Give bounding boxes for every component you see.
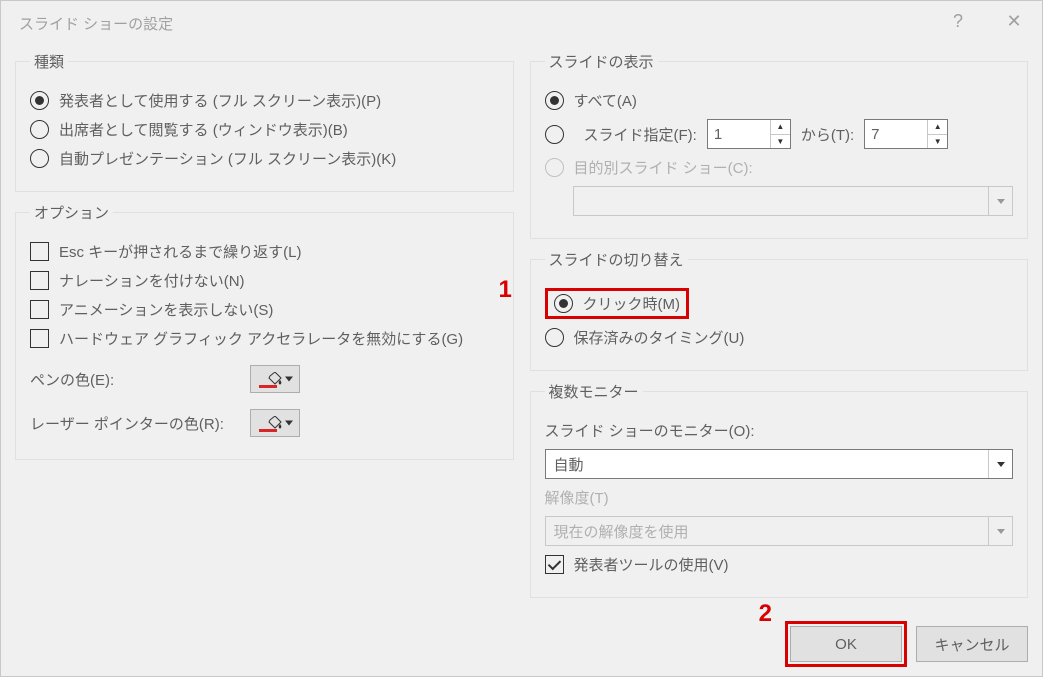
help-button[interactable]: ?: [930, 1, 986, 41]
paint-bucket-icon: [267, 416, 283, 430]
radio-on-click[interactable]: [554, 294, 573, 313]
custom-show-dropdown: [573, 186, 1014, 216]
checkbox-loop-until-esc[interactable]: [30, 242, 49, 261]
annotation-1: 1: [499, 276, 512, 304]
radio-all-slides-label: すべて(A): [574, 90, 637, 111]
radio-slide-range-label: スライド指定(F):: [584, 124, 697, 145]
multiple-monitors-group: 複数モニター スライド ショーのモニター(O): 自動 解像度(T) 現在の解像…: [530, 381, 1029, 598]
radio-kiosk-fullscreen-label: 自動プレゼンテーション (フル スクリーン表示)(K): [59, 148, 396, 169]
slideshow-settings-dialog: スライド ショーの設定 ? ✕ 種類 発表者として使用する (フル スクリーン表…: [0, 0, 1043, 677]
to-slide-input[interactable]: [865, 120, 927, 148]
radio-kiosk-fullscreen[interactable]: [30, 149, 49, 168]
to-label: から(T):: [801, 124, 854, 145]
dropdown-arrow-icon: [988, 450, 1012, 478]
pen-color-button[interactable]: [250, 365, 300, 393]
checkbox-no-narration-label: ナレーションを付けない(N): [59, 270, 245, 291]
dropdown-arrow-icon: [285, 377, 293, 382]
monitor-value: 自動: [546, 454, 989, 475]
ok-button[interactable]: OK: [790, 626, 902, 662]
spinner-up-icon[interactable]: ▲: [771, 120, 790, 135]
spinner-up-icon[interactable]: ▲: [928, 120, 947, 135]
from-slide-spinner[interactable]: ▲▼: [707, 119, 791, 149]
radio-use-timings-label: 保存済みのタイミング(U): [574, 327, 745, 348]
radio-presenter-fullscreen[interactable]: [30, 91, 49, 110]
checkbox-loop-until-esc-label: Esc キーが押されるまで繰り返す(L): [59, 241, 302, 262]
paint-bucket-icon: [267, 372, 283, 386]
titlebar: スライド ショーの設定 ? ✕: [1, 1, 1042, 45]
color-swatch: [259, 385, 277, 388]
radio-custom-show: [545, 158, 564, 177]
monitors-legend: 複数モニター: [545, 381, 643, 402]
checkbox-no-animation[interactable]: [30, 300, 49, 319]
checkbox-disable-hw-accel[interactable]: [30, 329, 49, 348]
annotation-2: 2: [759, 600, 772, 628]
laser-color-button[interactable]: [250, 409, 300, 437]
resolution-dropdown: 現在の解像度を使用: [545, 516, 1014, 546]
dialog-title: スライド ショーの設定: [19, 13, 173, 34]
show-type-group: 種類 発表者として使用する (フル スクリーン表示)(P) 出席者として閲覧する…: [15, 51, 514, 192]
advance-slides-group: スライドの切り替え 1 クリック時(M) 保存済みのタイミング(U): [530, 249, 1029, 371]
checkbox-disable-hw-accel-label: ハードウェア グラフィック アクセラレータを無効にする(G): [59, 328, 463, 349]
cancel-button[interactable]: キャンセル: [916, 626, 1028, 662]
to-slide-spinner[interactable]: ▲▼: [864, 119, 948, 149]
options-group: オプション Esc キーが押されるまで繰り返す(L) ナレーションを付けない(N…: [15, 202, 514, 460]
show-type-legend: 種類: [30, 51, 68, 72]
checkbox-no-narration[interactable]: [30, 271, 49, 290]
radio-slide-range[interactable]: [545, 125, 564, 144]
radio-use-timings[interactable]: [545, 328, 564, 347]
radio-custom-show-label: 目的別スライド ショー(C):: [574, 157, 753, 178]
show-slides-group: スライドの表示 すべて(A) スライド指定(F): ▲▼ から(T): ▲▼: [530, 51, 1029, 239]
checkbox-presenter-view[interactable]: [545, 555, 564, 574]
options-legend: オプション: [30, 202, 113, 223]
checkbox-presenter-view-label: 発表者ツールの使用(V): [574, 554, 729, 575]
highlight-box-1: クリック時(M): [545, 288, 690, 319]
monitor-dropdown[interactable]: 自動: [545, 449, 1014, 479]
radio-on-click-label: クリック時(M): [583, 293, 681, 314]
spinner-down-icon[interactable]: ▼: [771, 135, 790, 149]
dropdown-arrow-icon: [988, 517, 1012, 545]
radio-presenter-fullscreen-label: 発表者として使用する (フル スクリーン表示)(P): [59, 90, 381, 111]
laser-color-label: レーザー ポインターの色(R):: [30, 413, 250, 434]
advance-legend: スライドの切り替え: [545, 249, 688, 270]
resolution-label: 解像度(T): [545, 487, 609, 508]
dropdown-arrow-icon: [285, 421, 293, 426]
from-slide-input[interactable]: [708, 120, 770, 148]
monitor-label: スライド ショーのモニター(O):: [545, 420, 755, 441]
dropdown-arrow-icon: [988, 187, 1012, 215]
close-button[interactable]: ✕: [986, 1, 1042, 41]
pen-color-label: ペンの色(E):: [30, 369, 250, 390]
radio-browsed-window[interactable]: [30, 120, 49, 139]
checkbox-no-animation-label: アニメーションを表示しない(S): [59, 299, 273, 320]
show-slides-legend: スライドの表示: [545, 51, 658, 72]
radio-all-slides[interactable]: [545, 91, 564, 110]
cancel-button-label: キャンセル: [934, 634, 1009, 655]
ok-button-label: OK: [835, 636, 857, 653]
resolution-value: 現在の解像度を使用: [546, 521, 989, 542]
radio-browsed-window-label: 出席者として閲覧する (ウィンドウ表示)(B): [59, 119, 348, 140]
color-swatch: [259, 429, 277, 432]
spinner-down-icon[interactable]: ▼: [928, 135, 947, 149]
